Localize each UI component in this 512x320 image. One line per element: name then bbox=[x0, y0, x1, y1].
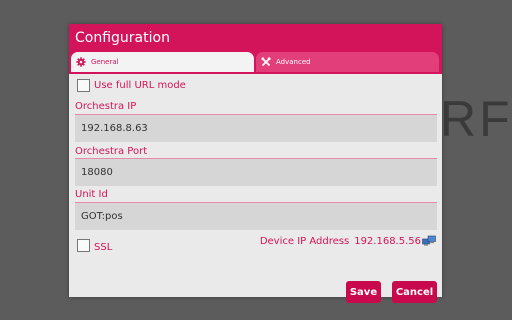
orchestra-ip-input[interactable]: 192.168.8.63 bbox=[75, 115, 437, 142]
tools-icon bbox=[261, 57, 271, 67]
orchestra-port-label: Orchestra Port bbox=[75, 146, 148, 157]
orchestra-port-input[interactable]: 18080 bbox=[75, 159, 437, 186]
configuration-dialog: Configuration General Advanced Use full … bbox=[69, 24, 442, 303]
ssl-checkbox[interactable] bbox=[77, 239, 90, 252]
dialog-titlebar: Configuration General Advanced bbox=[69, 24, 442, 74]
cancel-button[interactable]: Cancel bbox=[392, 281, 437, 303]
tab-advanced-label: Advanced bbox=[276, 58, 311, 66]
unit-id-input[interactable]: GOT:pos bbox=[75, 203, 437, 230]
device-ip-info: Device IP Address 192.168.5.56 bbox=[260, 235, 436, 247]
ssl-label: SSL bbox=[94, 242, 113, 253]
network-icon bbox=[422, 235, 436, 247]
tab-general-label: General bbox=[91, 58, 119, 66]
general-settings-panel: Use full URL mode Orchestra IP 192.168.8… bbox=[69, 74, 442, 303]
tab-advanced[interactable]: Advanced bbox=[256, 52, 439, 72]
background-brand-text: RFI bbox=[440, 91, 512, 147]
dialog-title: Configuration bbox=[75, 30, 170, 46]
device-ip-value: 192.168.5.56 bbox=[354, 235, 421, 247]
device-ip-label: Device IP Address bbox=[259, 235, 350, 247]
tab-general[interactable]: General bbox=[71, 52, 254, 72]
gear-icon bbox=[76, 57, 86, 67]
unit-id-label: Unit Id bbox=[75, 189, 108, 200]
orchestra-ip-label: Orchestra IP bbox=[75, 101, 137, 112]
save-button[interactable]: Save bbox=[346, 281, 381, 303]
full-url-mode-label: Use full URL mode bbox=[94, 80, 186, 91]
full-url-mode-checkbox[interactable] bbox=[77, 79, 90, 92]
